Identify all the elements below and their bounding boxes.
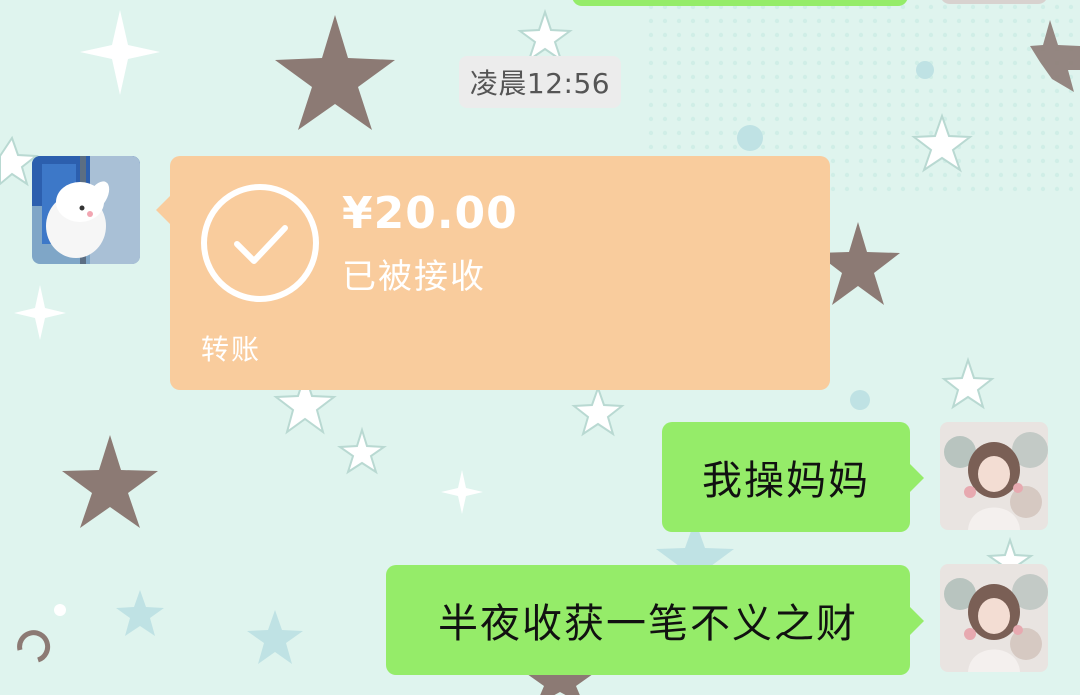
contact-avatar[interactable] xyxy=(32,156,140,264)
user-avatar[interactable] xyxy=(940,564,1048,672)
timestamp: 凌晨12:56 xyxy=(459,56,621,108)
previous-avatar[interactable] xyxy=(940,0,1048,4)
chat-screen: 凌晨12:56 ¥20.00 已被接收 转账 我操妈妈 半夜收获一笔不义之财 xyxy=(0,0,1080,695)
message-bubble[interactable]: 半夜收获一笔不义之财 xyxy=(386,565,924,675)
user-avatar[interactable] xyxy=(940,422,1048,530)
check-circle-icon xyxy=(201,184,319,302)
transfer-card[interactable]: ¥20.00 已被接收 转账 xyxy=(156,156,830,390)
transfer-label: 转账 xyxy=(201,333,262,366)
previous-message-bubble[interactable] xyxy=(572,0,908,6)
message-bubble[interactable]: 我操妈妈 xyxy=(662,422,924,532)
transfer-amount: ¥20.00 xyxy=(342,188,518,239)
transfer-status: 已被接收 xyxy=(342,257,486,297)
